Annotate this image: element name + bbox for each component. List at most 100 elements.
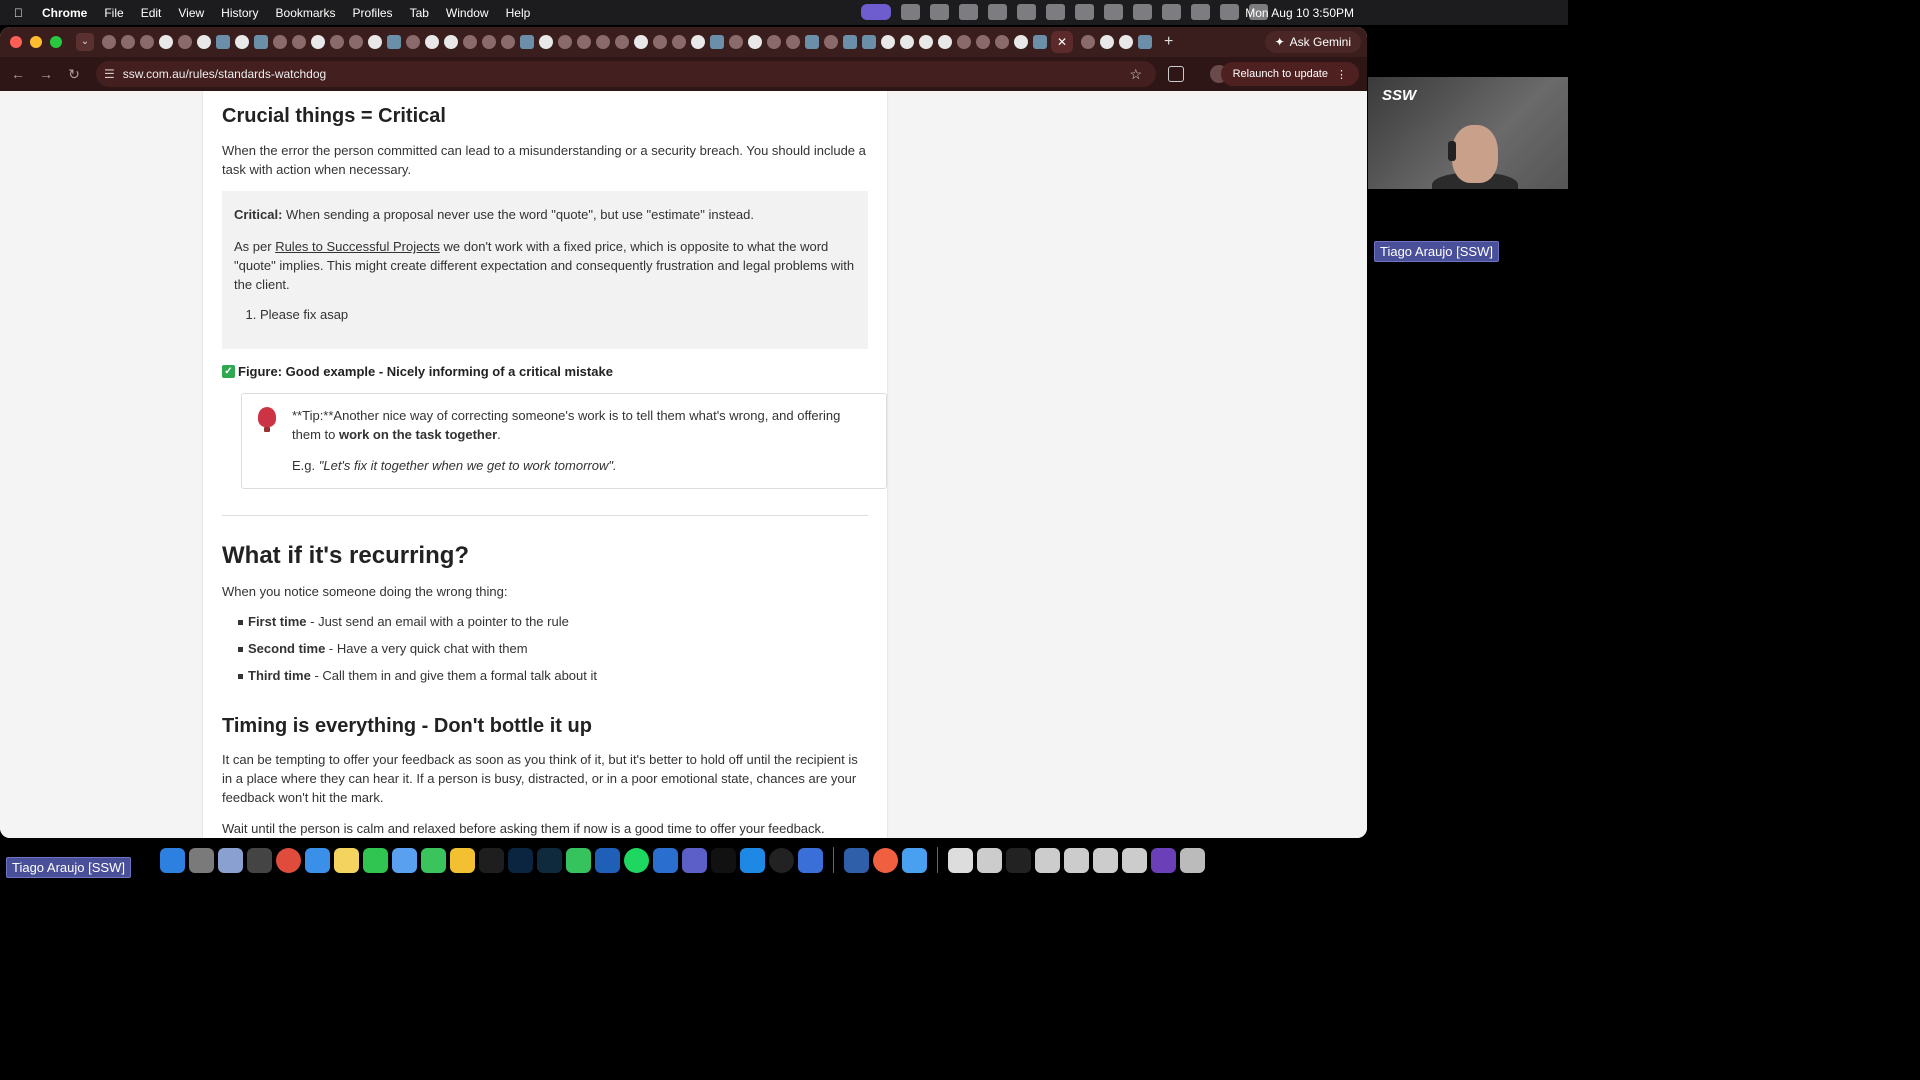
window-thumbnail-icon[interactable]	[1064, 847, 1089, 873]
dropbox-icon[interactable]	[988, 4, 1007, 20]
tab-favicon[interactable]	[710, 35, 724, 49]
apple-icon[interactable]: 	[14, 6, 32, 20]
tab-favicon[interactable]	[140, 35, 154, 49]
tab-favicon[interactable]	[273, 35, 287, 49]
menu-app-name[interactable]: Chrome	[42, 6, 87, 20]
tab-favicon[interactable]	[672, 35, 686, 49]
sun-icon[interactable]	[930, 4, 949, 20]
github-icon[interactable]	[938, 35, 952, 49]
photoshop-icon[interactable]	[508, 847, 533, 873]
tab-favicon[interactable]	[805, 35, 819, 49]
chrome-icon[interactable]	[276, 847, 301, 873]
terminal-icon[interactable]	[711, 847, 736, 873]
time-machine-icon[interactable]	[1104, 4, 1123, 20]
tab-search-chevron-icon[interactable]: ⌄	[76, 33, 94, 51]
app-icon[interactable]	[769, 847, 794, 873]
github-icon[interactable]	[1100, 35, 1114, 49]
back-arrow-icon[interactable]: ←	[4, 66, 32, 82]
new-tab-plus-icon[interactable]: +	[1164, 33, 1173, 51]
page-viewport[interactable]: Crucial things = Critical When the error…	[0, 91, 1367, 838]
app-store-icon[interactable]	[392, 847, 417, 873]
tab-favicon[interactable]	[482, 35, 496, 49]
tab-favicon[interactable]	[178, 35, 192, 49]
safari-icon[interactable]	[305, 847, 330, 873]
whatsapp-icon[interactable]	[363, 847, 388, 873]
emoji-app-icon[interactable]	[450, 847, 475, 873]
notes-icon[interactable]	[334, 847, 359, 873]
github-icon[interactable]	[444, 35, 458, 49]
github-icon[interactable]	[159, 35, 173, 49]
kebab-menu-icon[interactable]: ⋮	[1336, 68, 1347, 81]
teams-icon[interactable]	[682, 847, 707, 873]
messages-icon[interactable]	[421, 847, 446, 873]
wifi-icon[interactable]	[1191, 4, 1210, 20]
headphones-icon[interactable]	[1075, 4, 1094, 20]
window-thumbnail-icon[interactable]	[1151, 847, 1176, 873]
menu-view[interactable]: View	[178, 6, 204, 20]
search-icon[interactable]	[1220, 4, 1239, 20]
tab-favicon[interactable]	[862, 35, 876, 49]
outlook-icon[interactable]	[595, 847, 620, 873]
tab-favicon[interactable]	[121, 35, 135, 49]
tab-favicon[interactable]	[615, 35, 629, 49]
ask-gemini-button[interactable]: ✦ Ask Gemini	[1264, 31, 1361, 53]
calculator-icon[interactable]	[247, 847, 272, 873]
network-app-icon[interactable]	[653, 847, 678, 873]
menu-window[interactable]: Window	[446, 6, 489, 20]
trash-icon[interactable]	[1180, 847, 1205, 873]
tab-favicon[interactable]	[463, 35, 477, 49]
relaunch-to-update-button[interactable]: Relaunch to update ⋮	[1220, 62, 1359, 86]
rules-successful-projects-link[interactable]: Rules to Successful Projects	[275, 239, 440, 254]
menu-help[interactable]: Help	[506, 6, 531, 20]
claude-icon[interactable]	[873, 847, 898, 873]
zoom-window-button[interactable]	[50, 36, 62, 48]
tab-favicon[interactable]	[406, 35, 420, 49]
cloud-icon[interactable]	[901, 4, 920, 20]
github-icon[interactable]	[748, 35, 762, 49]
url-text[interactable]: ssw.com.au/rules/standards-watchdog	[123, 67, 326, 81]
tab-favicon[interactable]	[843, 35, 857, 49]
window-thumbnail-icon[interactable]	[1035, 847, 1060, 873]
icloud-icon[interactable]	[902, 847, 927, 873]
figma-icon[interactable]	[479, 847, 504, 873]
github-icon[interactable]	[539, 35, 553, 49]
tab-favicon[interactable]	[330, 35, 344, 49]
system-settings-icon[interactable]	[189, 847, 214, 873]
github-icon[interactable]	[900, 35, 914, 49]
facetime-icon[interactable]	[566, 847, 591, 873]
extensions-icon[interactable]	[1168, 66, 1184, 82]
lightroom-icon[interactable]	[537, 847, 562, 873]
tab-favicon[interactable]	[349, 35, 363, 49]
play-icon[interactable]	[1133, 4, 1152, 20]
site-info-icon[interactable]: ☰	[104, 67, 115, 81]
tab-favicon[interactable]	[558, 35, 572, 49]
document-icon[interactable]	[948, 847, 973, 873]
github-icon[interactable]	[634, 35, 648, 49]
teams-icon[interactable]	[1017, 4, 1036, 20]
window-thumbnail-icon[interactable]	[1093, 847, 1118, 873]
tab-favicon[interactable]	[1033, 35, 1047, 49]
tab-favicon[interactable]	[1081, 35, 1095, 49]
close-window-button[interactable]	[10, 36, 22, 48]
menu-history[interactable]: History	[221, 6, 258, 20]
menu-profiles[interactable]: Profiles	[353, 6, 393, 20]
tab-favicon[interactable]	[387, 35, 401, 49]
tab-favicon[interactable]	[767, 35, 781, 49]
menu-clock[interactable]: Mon Aug 10 3:50PM	[1245, 6, 1354, 20]
tab-favicon[interactable]	[653, 35, 667, 49]
address-bar[interactable]: ☰ ssw.com.au/rules/standards-watchdog ☆	[96, 61, 1156, 87]
tab-favicon[interactable]	[292, 35, 306, 49]
github-icon[interactable]	[919, 35, 933, 49]
menu-tab[interactable]: Tab	[410, 6, 429, 20]
screen-share-icon[interactable]	[861, 4, 891, 20]
minimize-window-button[interactable]	[30, 36, 42, 48]
tab-favicon[interactable]	[102, 35, 116, 49]
github-icon[interactable]	[235, 35, 249, 49]
tab-favicon[interactable]	[824, 35, 838, 49]
app-icon[interactable]	[798, 847, 823, 873]
forward-arrow-icon[interactable]: →	[32, 66, 60, 82]
github-icon[interactable]	[368, 35, 382, 49]
github-icon[interactable]	[881, 35, 895, 49]
tab-favicon[interactable]	[520, 35, 534, 49]
tab-favicon[interactable]	[501, 35, 515, 49]
